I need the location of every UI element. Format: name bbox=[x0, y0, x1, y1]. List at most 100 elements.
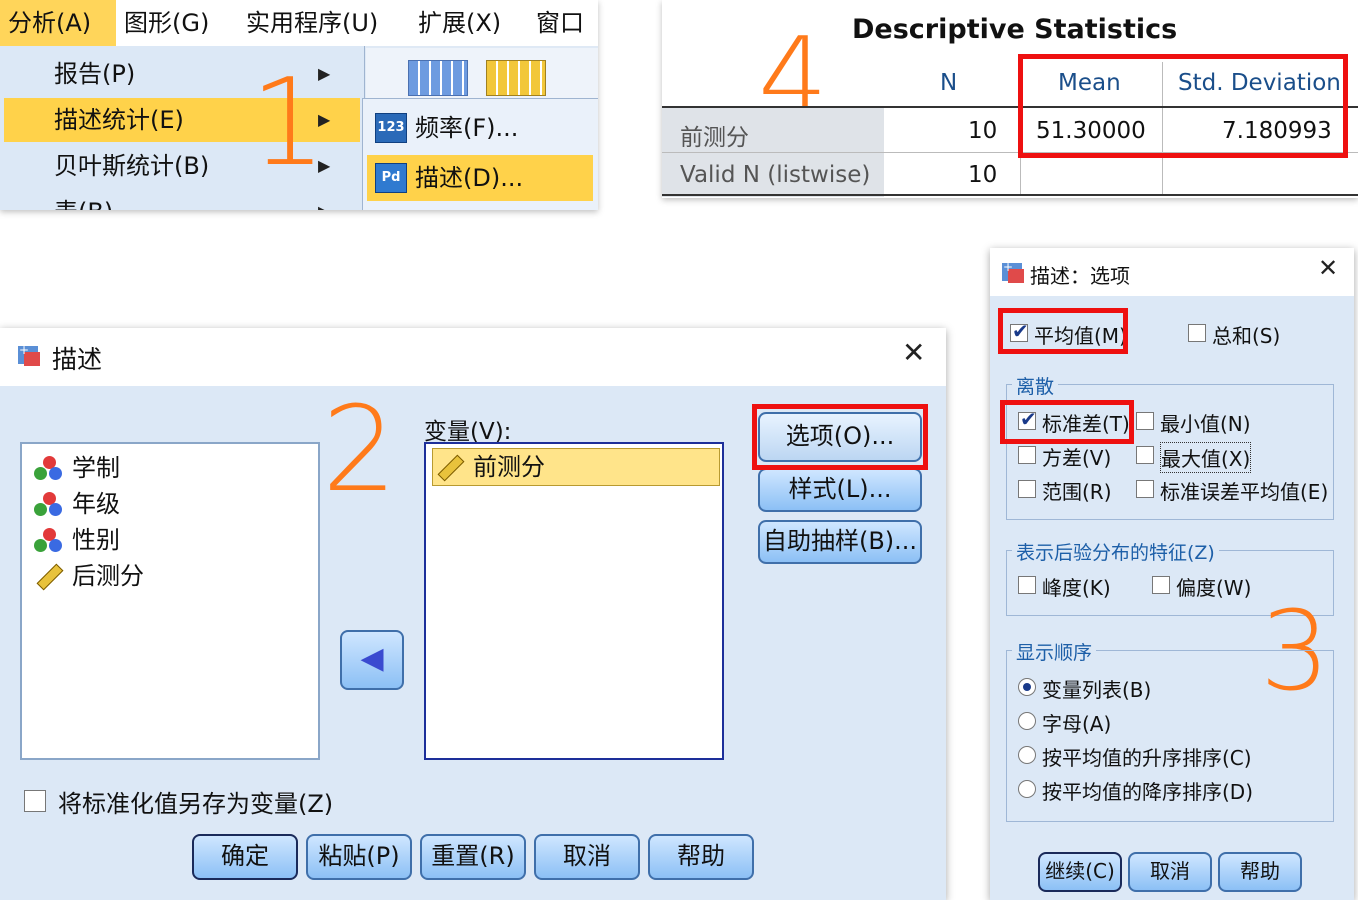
menu-analyze[interactable]: 分析(A) bbox=[0, 0, 116, 46]
highlight-box-mean bbox=[998, 308, 1128, 354]
range-checkbox[interactable] bbox=[1018, 480, 1036, 498]
variance-checkbox[interactable] bbox=[1018, 446, 1036, 464]
order-option-label: 字母(A) bbox=[1042, 712, 1112, 736]
close-icon[interactable]: ✕ bbox=[1318, 254, 1338, 282]
maximum-checkbox[interactable] bbox=[1136, 446, 1154, 464]
order-variable-list-radio[interactable] bbox=[1018, 678, 1036, 696]
dialog-body: 学制 年级 性别 后测分 2 ◀ 变量(V): 前测分 选项(O)... 样式(… bbox=[0, 386, 946, 900]
menu-item-label: 表(B) bbox=[54, 190, 113, 210]
variable-name: 性别 bbox=[72, 526, 120, 554]
kurtosis-checkbox[interactable] bbox=[1018, 576, 1036, 594]
analyze-menu-screenshot: 分析(A) 图形(G) 实用程序(U) 扩展(X) 窗口( 报告(P) ▶ 描述… bbox=[0, 0, 598, 210]
menu-item-label: 贝叶斯统计(B) bbox=[54, 152, 210, 180]
list-item[interactable]: 前测分 bbox=[432, 448, 720, 486]
dialog-title-bar: + 描述：选项 ✕ bbox=[990, 248, 1354, 296]
variable-grid-icon[interactable] bbox=[486, 60, 546, 96]
source-variable-list[interactable]: 学制 年级 性别 后测分 bbox=[20, 442, 320, 760]
step-number-1: 1 bbox=[250, 54, 327, 193]
order-option-label: 按平均值的降序排序(D) bbox=[1042, 780, 1254, 804]
svg-text:+: + bbox=[1003, 260, 1013, 274]
save-standardized-label: 将标准化值另存为变量(Z) bbox=[58, 790, 334, 818]
range-label: 范围(R) bbox=[1042, 480, 1112, 504]
target-variable-list[interactable]: 前测分 bbox=[424, 442, 724, 760]
help-button[interactable]: 帮助 bbox=[1218, 852, 1302, 892]
reset-button[interactable]: 重置(R) bbox=[420, 834, 526, 880]
dialog-title-bar: + 描述 ✕ bbox=[0, 328, 946, 386]
highlight-box-options bbox=[752, 404, 928, 470]
cell-n: 10 bbox=[968, 118, 998, 144]
se-mean-label: 标准误差平均值(E) bbox=[1160, 480, 1329, 504]
dialog-title: 描述 bbox=[52, 345, 103, 374]
spss-app-icon: + bbox=[1002, 260, 1024, 283]
minimum-checkbox[interactable] bbox=[1136, 412, 1154, 430]
order-alphabetic-radio[interactable] bbox=[1018, 712, 1036, 730]
sum-label: 总和(S) bbox=[1212, 324, 1281, 348]
skewness-checkbox[interactable] bbox=[1152, 576, 1170, 594]
step-number-2: 2 bbox=[322, 380, 398, 518]
variable-name: 后测分 bbox=[72, 562, 144, 590]
descriptive-submenu: 123 频率(F)... Pd 描述(D)... bbox=[362, 98, 598, 210]
sum-checkbox[interactable] bbox=[1188, 324, 1206, 342]
arrow-left-icon: ◀ bbox=[360, 641, 384, 676]
nominal-variable-icon bbox=[34, 456, 64, 480]
order-ascending-means-radio[interactable] bbox=[1018, 746, 1036, 764]
kurtosis-label: 峰度(K) bbox=[1042, 576, 1111, 600]
menu-utilities[interactable]: 实用程序(U) bbox=[238, 0, 386, 46]
move-variable-button[interactable]: ◀ bbox=[340, 630, 404, 690]
variable-name: 前测分 bbox=[473, 453, 545, 481]
help-button[interactable]: 帮助 bbox=[648, 834, 754, 880]
menu-graphs[interactable]: 图形(G) bbox=[116, 0, 217, 46]
describe-options-dialog: + 描述：选项 ✕ 平均值(M) 总和(S) 离散 标准差(T) 最小值(N) … bbox=[990, 248, 1354, 900]
frequencies-icon: 123 bbox=[375, 113, 407, 143]
order-descending-means-radio[interactable] bbox=[1018, 780, 1036, 798]
bootstrap-button[interactable]: 自助抽样(B)... bbox=[758, 520, 922, 564]
column-header-n: N bbox=[940, 70, 958, 96]
paste-button[interactable]: 粘贴(P) bbox=[306, 834, 412, 880]
ok-button[interactable]: 确定 bbox=[192, 834, 298, 880]
dialog-body: 平均值(M) 总和(S) 离散 标准差(T) 最小值(N) 方差(V) 最大值(… bbox=[990, 296, 1354, 900]
variable-name: 学制 bbox=[72, 454, 120, 482]
spss-app-icon: + bbox=[18, 343, 40, 366]
se-mean-checkbox[interactable] bbox=[1136, 480, 1154, 498]
menu-item-label: 描述(D)... bbox=[415, 164, 524, 192]
menu-item-label: 报告(P) bbox=[54, 60, 136, 88]
target-list-label: 变量(V): bbox=[424, 419, 512, 445]
dispersion-group-label: 离散 bbox=[1012, 372, 1059, 399]
menu-item-tables[interactable]: 表(B) ▶ bbox=[4, 190, 360, 210]
data-grid-icon[interactable] bbox=[408, 60, 468, 96]
order-option-label: 变量列表(B) bbox=[1042, 678, 1152, 702]
display-order-group-label: 显示顺序 bbox=[1012, 638, 1097, 665]
menu-item-descriptives[interactable]: Pd 描述(D)... bbox=[367, 155, 593, 201]
svg-text:+: + bbox=[19, 343, 29, 357]
style-button[interactable]: 样式(L)... bbox=[758, 468, 922, 512]
menu-item-label: 频率(F)... bbox=[415, 114, 519, 142]
menu-item-frequencies[interactable]: 123 频率(F)... bbox=[367, 105, 593, 151]
menu-window[interactable]: 窗口( bbox=[528, 0, 598, 83]
maximum-label: 最大值(X) bbox=[1160, 442, 1252, 473]
scale-ruler-icon bbox=[437, 454, 465, 482]
cancel-button[interactable]: 取消 bbox=[1128, 852, 1212, 892]
continue-button[interactable]: 继续(C) bbox=[1038, 852, 1122, 892]
submenu-arrow-icon: ▶ bbox=[318, 190, 330, 210]
toolbar-strip bbox=[366, 48, 598, 98]
row-label: 前测分 bbox=[680, 125, 749, 151]
output-table-title: Descriptive Statistics bbox=[852, 14, 1178, 45]
descriptive-statistics-output: Descriptive Statistics 4 N Mean Std. Dev… bbox=[662, 0, 1358, 198]
row-label: Valid N (listwise) bbox=[680, 162, 871, 188]
minimum-label: 最小值(N) bbox=[1160, 412, 1251, 436]
cell-n: 10 bbox=[968, 162, 998, 188]
close-icon[interactable]: ✕ bbox=[902, 336, 925, 369]
variable-name: 年级 bbox=[72, 490, 120, 518]
cancel-button[interactable]: 取消 bbox=[534, 834, 640, 880]
menu-bar: 分析(A) 图形(G) 实用程序(U) 扩展(X) 窗口( bbox=[0, 0, 598, 83]
scale-ruler-icon bbox=[36, 563, 64, 591]
skewness-label: 偏度(W) bbox=[1176, 576, 1252, 600]
variance-label: 方差(V) bbox=[1042, 446, 1112, 470]
menu-item-label: 描述统计(E) bbox=[54, 106, 184, 134]
menu-extensions[interactable]: 扩展(X) bbox=[410, 0, 509, 46]
order-option-label: 按平均值的升序排序(C) bbox=[1042, 746, 1252, 770]
distribution-group-label: 表示后验分布的特征(Z) bbox=[1012, 538, 1219, 565]
save-standardized-checkbox[interactable] bbox=[24, 790, 46, 812]
highlight-box-mean-sd bbox=[1018, 54, 1348, 158]
nominal-variable-icon bbox=[34, 492, 64, 516]
